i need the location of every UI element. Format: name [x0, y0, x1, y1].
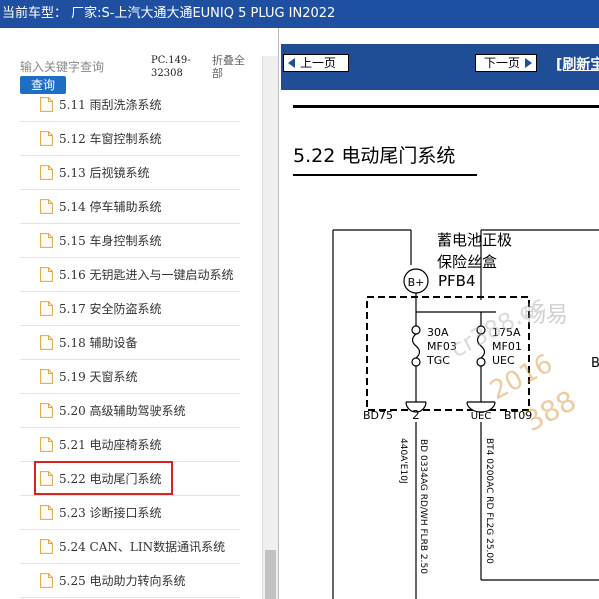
document-icon	[40, 267, 53, 282]
wire-left-spec: BD 0334AG RD/WH FLRB 2.50	[418, 439, 428, 574]
terminal-b-plus-label: B+	[408, 276, 425, 289]
tree-item-label: 5.19 天窗系统	[59, 370, 138, 384]
document-icon	[40, 335, 53, 350]
document-icon	[40, 233, 53, 248]
fuse1-bottom-node	[411, 357, 421, 367]
tree-item-label: 5.12 车窗控制系统	[59, 132, 162, 146]
tree-item[interactable]: 5.15 车身控制系统	[20, 224, 240, 258]
selected-item-highlight	[34, 461, 173, 495]
document-icon	[40, 505, 53, 520]
tree-item-label: 5.21 电动座椅系统	[59, 438, 162, 452]
tree-item[interactable]: 5.20 高级辅助驾驶系统	[20, 394, 240, 428]
tree-scrollbar[interactable]	[262, 56, 278, 599]
tree-item[interactable]: 5.12 车窗控制系统	[20, 122, 240, 156]
fuse2-bottom-node	[476, 357, 486, 367]
tree-item-label: 5.17 安全防盗系统	[59, 302, 162, 316]
fuse1-top-node	[411, 325, 421, 335]
document-icon	[40, 97, 53, 112]
wiring-diagram: 蓄电池正极 保险丝盒 B+ PFB4 30A MF03 TGC 175A MF0…	[332, 229, 599, 599]
tree-item[interactable]: 5.23 诊断接口系统	[20, 496, 240, 530]
prev-page-label: 上一页	[300, 56, 337, 70]
arrow-right-icon	[525, 58, 532, 68]
scrollbar-thumb[interactable]	[265, 550, 276, 599]
wire-right-spec: BT4 0200AC RD FL2G 25.00	[484, 438, 494, 564]
document-panel: 上一页 下一页 [刷新宝 5.22 电动尾门系统 蓄电池正极 保险丝盒 B+ P…	[281, 28, 599, 599]
wire-left-code: 440A'E10J	[398, 438, 408, 484]
tree-item-label: 5.15 车身控制系统	[59, 234, 162, 248]
arrow-left-icon	[288, 58, 295, 68]
fuse-box-label-line2: 保险丝盒	[437, 253, 497, 271]
tree-list: 5.11 雨刮洗涤系统 5.12 车窗控制系统 5.13 后视镜系统 5.14 停车辅…	[0, 88, 262, 599]
fuse1-amp: 30A	[427, 326, 449, 339]
pin-right-label: UEC	[471, 411, 492, 422]
catalog-code: PC.149-32308	[151, 55, 191, 79]
document-icon	[40, 573, 53, 588]
window-title-bar: 当前车型： 厂家:S-上汽大通大通EUNIQ 5 PLUG IN2022	[0, 0, 599, 28]
document-icon	[40, 539, 53, 554]
tree-item[interactable]: 5.13 后视镜系统	[20, 156, 240, 190]
document-icon	[40, 437, 53, 452]
prev-page-button[interactable]: 上一页	[283, 54, 349, 72]
tree-item[interactable]: 5.14 停车辅助系统	[20, 190, 240, 224]
tree-item[interactable]: 5.24 CAN、LIN数据通讯系统	[20, 530, 240, 564]
document-page: 5.22 电动尾门系统 蓄电池正极 保险丝盒 B+ PFB4 30A MF03 …	[281, 90, 599, 599]
tree-item-label: 5.20 高级辅助驾驶系统	[59, 404, 186, 418]
tree-item-label: 5.23 诊断接口系统	[59, 506, 162, 520]
refresh-link[interactable]: [刷新宝	[556, 54, 599, 74]
tree-item[interactable]: 5.19 天窗系统	[20, 360, 240, 394]
tree-item-label: 5.14 停车辅助系统	[59, 200, 162, 214]
fuse1-symbol	[411, 333, 421, 359]
pin-left-label: 2	[412, 408, 420, 422]
tree-item[interactable]: 5.25 电动助力转向系统	[20, 564, 240, 598]
tree-item[interactable]: 5.18 辅助设备	[20, 326, 240, 360]
tree-item-label: 5.16 无钥匙进入与一键启动系统	[59, 268, 234, 282]
document-icon	[40, 131, 53, 146]
tree-item-label: 5.24 CAN、LIN数据通讯系统	[59, 540, 226, 554]
fuse-box-label-line1: 蓄电池正极	[437, 231, 512, 249]
document-icon	[40, 403, 53, 418]
edge-letter: B	[591, 356, 599, 371]
left-navigation-panel: 输入关键字查询 查询 PC.149-32308 折叠全部 5.11 雨刮洗涤系统…	[0, 28, 279, 599]
document-icon	[40, 369, 53, 384]
tree-item[interactable]: 5.11 雨刮洗涤系统	[20, 88, 240, 122]
tree-item[interactable]: 5.21 电动座椅系统	[20, 428, 240, 462]
tree-item[interactable]: 5.17 安全防盗系统	[20, 292, 240, 326]
fuse1-circuit: TGC	[426, 354, 450, 367]
conn-left-label: BD75	[363, 409, 393, 422]
next-page-label: 下一页	[484, 56, 521, 70]
next-page-button[interactable]: 下一页	[475, 54, 537, 72]
fold-all-button[interactable]: 折叠全部	[212, 54, 252, 80]
document-icon	[40, 301, 53, 316]
tree-item-label: 5.11 雨刮洗涤系统	[59, 98, 162, 112]
page-navigation-bar: 上一页 下一页 [刷新宝	[281, 44, 599, 90]
tree-item-label: 5.13 后视镜系统	[59, 166, 150, 180]
document-icon	[40, 165, 53, 180]
search-input[interactable]: 输入关键字查询	[20, 58, 104, 75]
tree-item[interactable]: 5.16 无钥匙进入与一键启动系统	[20, 258, 240, 292]
box-name: PFB4	[438, 272, 476, 290]
tree-item-label: 5.18 辅助设备	[59, 336, 138, 350]
tree-item-label: 5.25 电动助力转向系统	[59, 574, 186, 588]
document-icon	[40, 199, 53, 214]
